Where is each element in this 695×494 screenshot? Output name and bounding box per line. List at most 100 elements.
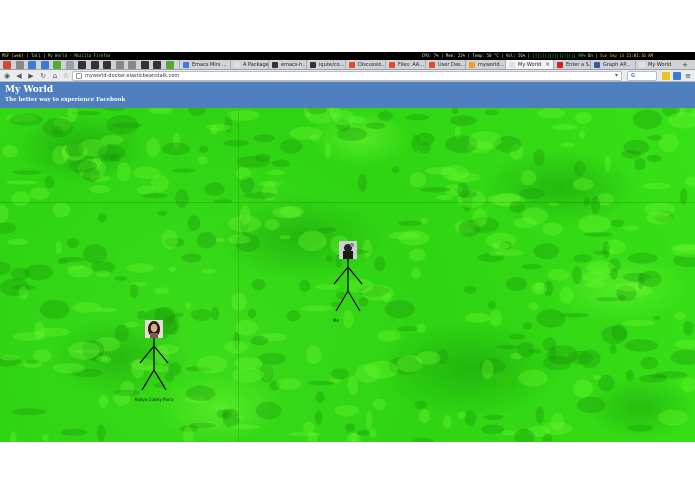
person-me[interactable]: Me <box>318 241 378 331</box>
browser-tab[interactable]: iquiw/co... <box>306 60 345 69</box>
browser-tab[interactable]: Files: AA... <box>385 60 425 69</box>
grass-patch <box>468 131 502 149</box>
page-identity-icon[interactable] <box>76 73 82 79</box>
grass-patch <box>187 215 201 232</box>
grass-patch <box>542 222 563 236</box>
hamburger-menu-icon[interactable]: ≡ <box>683 71 693 81</box>
grass-patch <box>275 378 302 390</box>
pinned-tab-icon[interactable] <box>90 61 99 69</box>
url-text: myworld-docker.elasticbeanstalk.com <box>85 73 180 79</box>
grass-patch <box>518 188 546 199</box>
grass-patch <box>495 249 524 256</box>
browser-tab[interactable]: Graph AP... <box>590 60 635 69</box>
grass-patch <box>457 182 469 198</box>
grass-patch <box>634 157 646 171</box>
grass-patch <box>673 312 687 320</box>
grass-patch <box>528 302 539 311</box>
grass-patch <box>18 286 29 300</box>
browser-tab[interactable]: emacs-h... <box>268 60 306 69</box>
grass-patch <box>485 109 498 116</box>
pinned-tab-icon[interactable] <box>78 61 86 69</box>
firefox-menu-icon[interactable]: ◉ <box>2 71 12 81</box>
pinned-tab-icon[interactable] <box>115 61 124 69</box>
browser-tab[interactable]: myworld... <box>465 60 505 69</box>
grass-patch <box>114 276 128 281</box>
bookmark-star-icon[interactable]: ☆ <box>61 71 71 81</box>
tile-seam <box>238 108 239 442</box>
grass-patch <box>674 339 695 350</box>
url-bar[interactable]: myworld-docker.elasticbeanstalk.com ▾ <box>72 71 622 81</box>
grass-patch <box>425 167 458 175</box>
search-box[interactable]: G <box>627 71 657 81</box>
browser-tab[interactable]: A Package in... <box>230 60 268 69</box>
grass-patch <box>593 250 610 255</box>
reload-icon[interactable]: ↻ <box>38 71 48 81</box>
grass-patch <box>521 264 542 270</box>
browser-tab[interactable]: Enter a S... <box>553 60 590 69</box>
grass-patch <box>366 122 385 129</box>
tab-label: My World <box>648 62 672 68</box>
battery-state: On <box>587 53 593 58</box>
pinned-tab-icon[interactable] <box>153 61 161 69</box>
person-friend[interactable]: Hadya Cokely Parra <box>124 320 184 410</box>
person-name: Hadya Cokely Parra <box>134 397 174 402</box>
grass-patch <box>64 142 85 157</box>
pinned-tab-icon[interactable] <box>28 61 36 69</box>
browser-tab[interactable]: Discussio... <box>345 60 385 69</box>
forward-arrow-icon[interactable]: ▶ <box>26 71 36 81</box>
tab-close-icon[interactable]: × <box>545 60 550 69</box>
pinned-tab-icon[interactable] <box>3 61 11 69</box>
grass-patch <box>7 238 29 246</box>
grass-patch <box>2 145 18 158</box>
grass-patch <box>303 421 315 433</box>
grass-patch <box>334 405 360 417</box>
grass-patch <box>96 356 108 362</box>
home-icon[interactable]: ⌂ <box>50 71 60 81</box>
pinned-tab-icon[interactable] <box>40 61 49 69</box>
workspace-indicator[interactable]: MSF [web] <box>2 53 24 58</box>
back-arrow-icon[interactable]: ◀ <box>14 71 24 81</box>
grass-patch <box>377 111 393 121</box>
browser-tab[interactable]: My World × <box>505 60 553 69</box>
url-dropdown-icon[interactable]: ▾ <box>615 72 618 80</box>
browser-tab[interactable]: My World <box>635 60 675 69</box>
grass-patch <box>576 396 606 413</box>
pinned-tab-icon[interactable] <box>128 61 136 69</box>
grass-patch <box>299 279 311 292</box>
grass-patch <box>136 310 147 320</box>
new-tab-button[interactable]: + <box>682 60 688 69</box>
grass-patch <box>531 282 547 295</box>
tab-strip: Emacs Mini ... A Package in... emacs-h... i… <box>0 60 695 70</box>
browser-tab[interactable]: Emacs Mini ... <box>179 60 230 69</box>
pinned-tab-icon[interactable] <box>65 61 74 69</box>
grass-patch <box>358 173 367 192</box>
tab-favicon-icon <box>272 62 278 68</box>
grass-patch <box>583 232 613 237</box>
grass-patch <box>136 185 155 195</box>
grass-patch <box>188 108 207 116</box>
grass-patch <box>221 409 232 420</box>
grass-patch <box>560 142 575 148</box>
addon-icon[interactable] <box>662 72 670 80</box>
grass-patch <box>250 335 269 346</box>
pinned-tab-icon[interactable] <box>165 61 174 69</box>
pinned-tab-icon[interactable] <box>103 61 111 69</box>
grass-patch <box>522 322 533 330</box>
grass-patch <box>223 139 249 147</box>
grass-patch <box>627 424 653 432</box>
grass-patch <box>398 230 430 246</box>
browser-tab[interactable]: User Das... <box>425 60 465 69</box>
grass-patch <box>66 238 79 249</box>
world-map[interactable]: Me Hadya Cokely Parra <box>0 108 695 442</box>
pinned-tab-icon[interactable] <box>140 61 149 69</box>
grass-patch <box>0 222 17 234</box>
grass-patch <box>463 285 477 294</box>
download-icon[interactable] <box>673 72 681 80</box>
grass-patch <box>279 235 291 240</box>
grass-patch <box>368 428 377 438</box>
grass-patch <box>97 213 107 223</box>
grass-patch <box>12 408 46 416</box>
grass-patch <box>488 300 497 309</box>
pinned-tab-icon[interactable] <box>15 61 24 69</box>
pinned-tab-icon[interactable] <box>53 61 61 69</box>
